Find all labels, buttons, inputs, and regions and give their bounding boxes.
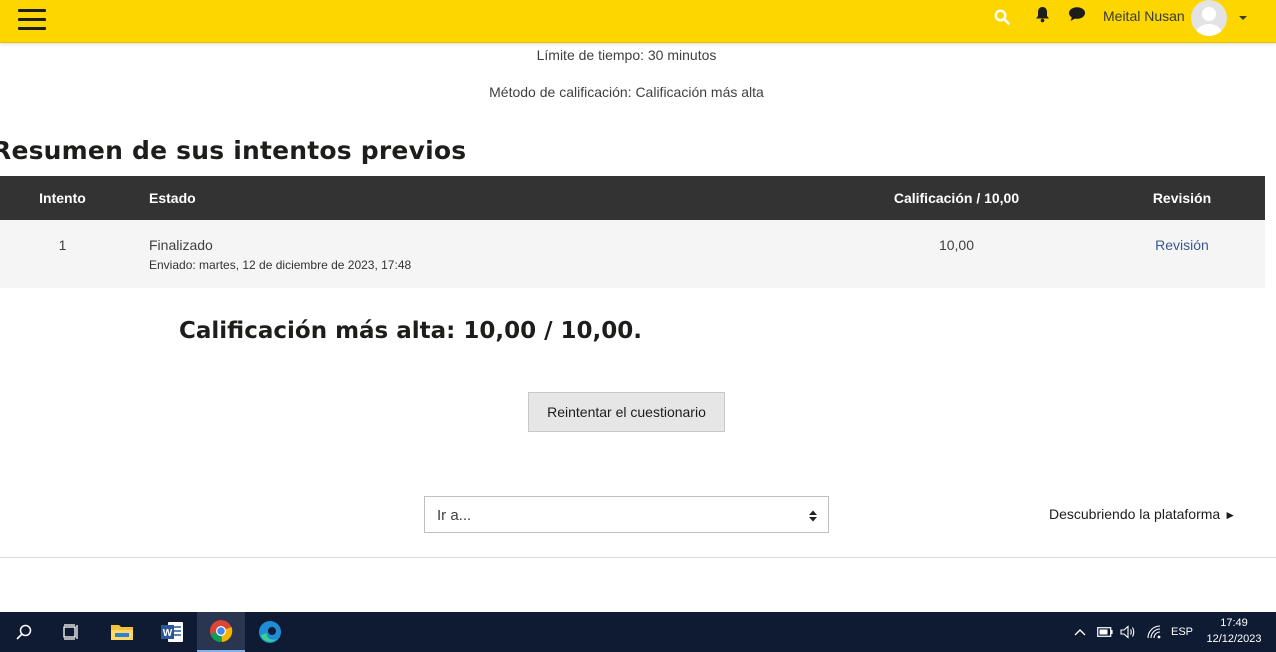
clock-date: 12/12/2023 [1206, 633, 1262, 645]
column-header-state: Estado [125, 176, 814, 220]
table-row: 1 Finalizado Enviado: martes, 12 de dici… [0, 220, 1265, 288]
file-explorer-icon[interactable] [98, 612, 146, 652]
attempt-grade-cell: 10,00 [814, 220, 1099, 288]
attempts-summary-heading: Resumen de sus intentos previos [0, 136, 467, 165]
column-header-attempt: Intento [0, 176, 125, 220]
search-icon[interactable] [0, 612, 48, 652]
review-link[interactable]: Revisión [1155, 237, 1209, 253]
time-limit-text: Límite de tiempo: 30 minutos [536, 47, 717, 63]
attempt-submitted-date: Enviado: martes, 12 de diciembre de 2023… [149, 258, 412, 272]
jump-to-select[interactable]: Ir a... [424, 496, 829, 533]
chrome-icon[interactable] [197, 612, 245, 652]
chat-icon[interactable] [1066, 3, 1088, 25]
column-header-grade: Calificación / 10,00 [814, 176, 1099, 220]
wifi-icon[interactable] [1145, 612, 1163, 652]
volume-icon[interactable] [1119, 612, 1137, 652]
chevron-up-icon[interactable] [1071, 612, 1089, 652]
search-icon[interactable] [991, 6, 1013, 28]
edge-icon[interactable] [246, 612, 294, 652]
windows-taskbar: W ESP 17:49 12/12/2023 [0, 612, 1276, 652]
retry-quiz-button[interactable]: Reintentar el cuestionario [528, 392, 725, 432]
column-header-review: Revisión [1099, 176, 1265, 220]
svg-text:W: W [163, 628, 173, 639]
attempt-state: Finalizado [149, 237, 213, 253]
attempts-table: Intento Estado Calificación / 10,00 Revi… [0, 176, 1265, 288]
language-indicator[interactable]: ESP [1168, 612, 1196, 652]
top-navbar: Meital Nusan [0, 0, 1276, 43]
attempt-number-cell: 1 [0, 220, 125, 288]
next-activity-label: Descubriendo la plataforma [1049, 506, 1221, 522]
table-header-row: Intento Estado Calificación / 10,00 Revi… [0, 176, 1265, 220]
task-view-icon[interactable] [48, 612, 96, 652]
battery-icon[interactable] [1096, 612, 1114, 652]
highest-grade-heading: Calificación más alta: 10,00 / 10,00. [179, 318, 643, 344]
word-icon[interactable]: W [148, 612, 196, 652]
user-name[interactable]: Meital Nusan [1103, 8, 1185, 24]
clock-time: 17:49 [1220, 617, 1248, 629]
jump-to-selected-value: Ir a... [437, 507, 472, 524]
attempt-grade: 10,00 [938, 237, 975, 253]
next-activity-link[interactable]: Descubriendo la plataforma ► [1049, 506, 1236, 522]
bell-icon[interactable] [1031, 3, 1053, 25]
grading-method-text: Método de calificación: Calificación más… [489, 84, 764, 100]
system-clock[interactable]: 17:49 12/12/2023 [1198, 615, 1270, 647]
attempt-state-cell: Finalizado Enviado: martes, 12 de diciem… [125, 220, 814, 288]
menu-icon[interactable] [18, 9, 46, 31]
right-arrow-icon: ► [1224, 508, 1237, 522]
avatar[interactable] [1191, 0, 1227, 36]
attempt-number: 1 [58, 237, 67, 253]
attempt-review-cell: Revisión [1099, 220, 1265, 288]
caret-down-icon[interactable] [1238, 10, 1248, 28]
footer-divider [0, 557, 1276, 558]
select-arrows-icon [809, 509, 817, 527]
